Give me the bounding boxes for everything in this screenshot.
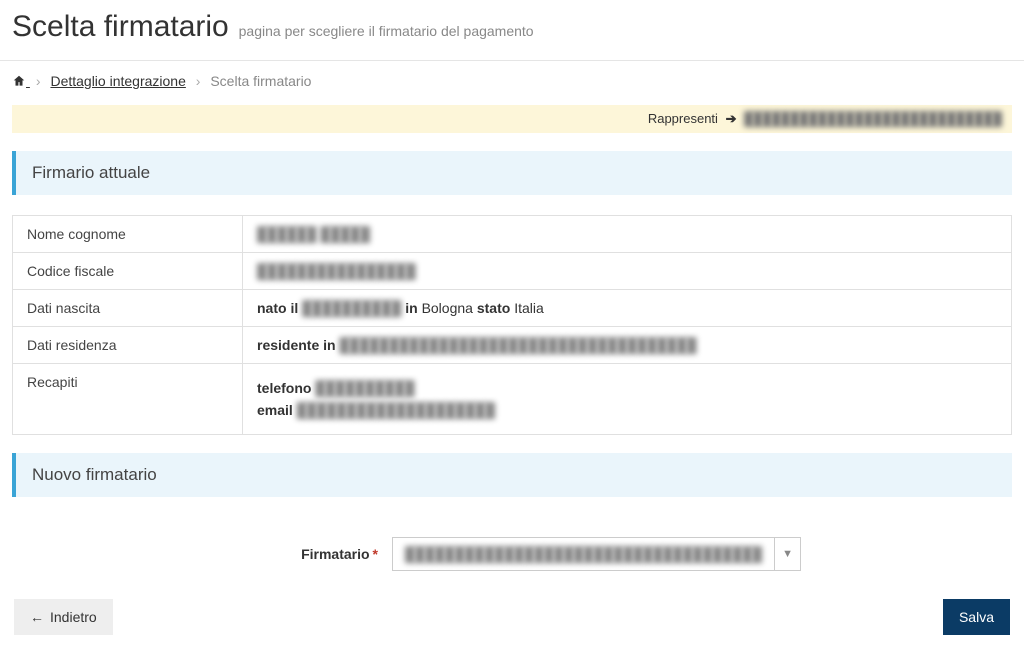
table-row: Recapiti telefono ██████████ email █████… xyxy=(13,364,1012,435)
table-row: Codice fiscale ████████████████ xyxy=(13,253,1012,290)
page-subtitle: pagina per scegliere il firmatario del p… xyxy=(239,23,534,39)
breadcrumb: › Dettaglio integrazione › Scelta firmat… xyxy=(0,60,1024,101)
section-nuovo-firmatario: Nuovo firmatario Firmatario* ███████████… xyxy=(12,453,1012,571)
table-row: Nome cognome ██████ █████ xyxy=(13,216,1012,253)
arrow-left-icon: ← xyxy=(30,609,44,625)
label-codice-fiscale: Codice fiscale xyxy=(13,253,243,290)
firmatario-select[interactable]: ████████████████████████████████████ ▼ xyxy=(392,537,801,571)
value-nome-cognome: ██████ █████ xyxy=(257,226,370,242)
label-nome-cognome: Nome cognome xyxy=(13,216,243,253)
save-button-label: Salva xyxy=(959,609,994,625)
label-dati-residenza: Dati residenza xyxy=(13,327,243,364)
value-recapiti: telefono ██████████ email ██████████████… xyxy=(243,364,1012,435)
label-dati-nascita: Dati nascita xyxy=(13,290,243,327)
represent-value: ████████████████████████████ xyxy=(744,111,1002,126)
telefono-label: telefono xyxy=(257,380,311,396)
home-icon xyxy=(12,74,26,88)
dati-nascita-prefix: nato il xyxy=(257,300,298,316)
form-row-firmatario: Firmatario* ████████████████████████████… xyxy=(12,537,1012,571)
back-button-label: Indietro xyxy=(50,609,97,625)
arrow-right-icon: ➔ xyxy=(726,111,737,126)
firmatario-select-display[interactable]: ████████████████████████████████████ xyxy=(392,537,775,571)
telefono-value: ██████████ xyxy=(315,380,414,396)
page-title: Scelta firmatario xyxy=(12,10,229,43)
required-marker: * xyxy=(373,546,378,562)
save-button[interactable]: Salva xyxy=(943,599,1010,635)
email-label: email xyxy=(257,402,293,418)
email-value: ████████████████████ xyxy=(297,402,495,418)
value-dati-residenza: residente in ███████████████████████████… xyxy=(243,327,1012,364)
dati-nascita-city: Bologna xyxy=(422,300,473,316)
chevron-down-icon[interactable]: ▼ xyxy=(775,537,801,571)
dati-nascita-in: in xyxy=(405,300,417,316)
back-button[interactable]: ← Indietro xyxy=(14,599,113,635)
represent-label: Rappresenti xyxy=(648,111,718,126)
breadcrumb-sep-1: › xyxy=(36,73,41,89)
section-firmario-attuale: Firmario attuale Nome cognome ██████ ███… xyxy=(12,151,1012,435)
dati-residenza-prefix: residente in xyxy=(257,337,336,353)
breadcrumb-sep-2: › xyxy=(196,73,201,89)
firmario-details-table: Nome cognome ██████ █████ Codice fiscale… xyxy=(12,215,1012,435)
dati-nascita-stato-value: Italia xyxy=(514,300,544,316)
firmatario-label: Firmatario* xyxy=(12,546,392,562)
value-codice-fiscale: ████████████████ xyxy=(257,263,416,279)
table-row: Dati nascita nato il ██████████ in Bolog… xyxy=(13,290,1012,327)
breadcrumb-home[interactable] xyxy=(12,73,30,89)
section-firmario-title: Firmario attuale xyxy=(12,151,1012,195)
label-recapiti: Recapiti xyxy=(13,364,243,435)
dati-nascita-date: ██████████ xyxy=(302,300,401,316)
breadcrumb-current: Scelta firmatario xyxy=(210,73,311,89)
section-nuovo-title: Nuovo firmatario xyxy=(12,453,1012,497)
value-dati-nascita: nato il ██████████ in Bologna stato Ital… xyxy=(243,290,1012,327)
represent-banner: Rappresenti ➔ ██████████████████████████… xyxy=(12,105,1012,133)
dati-residenza-value: ████████████████████████████████████ xyxy=(339,337,696,353)
breadcrumb-link-dettaglio[interactable]: Dettaglio integrazione xyxy=(50,73,185,89)
table-row: Dati residenza residente in ████████████… xyxy=(13,327,1012,364)
dati-nascita-stato-label: stato xyxy=(477,300,510,316)
actions-bar: ← Indietro Salva xyxy=(12,599,1012,635)
